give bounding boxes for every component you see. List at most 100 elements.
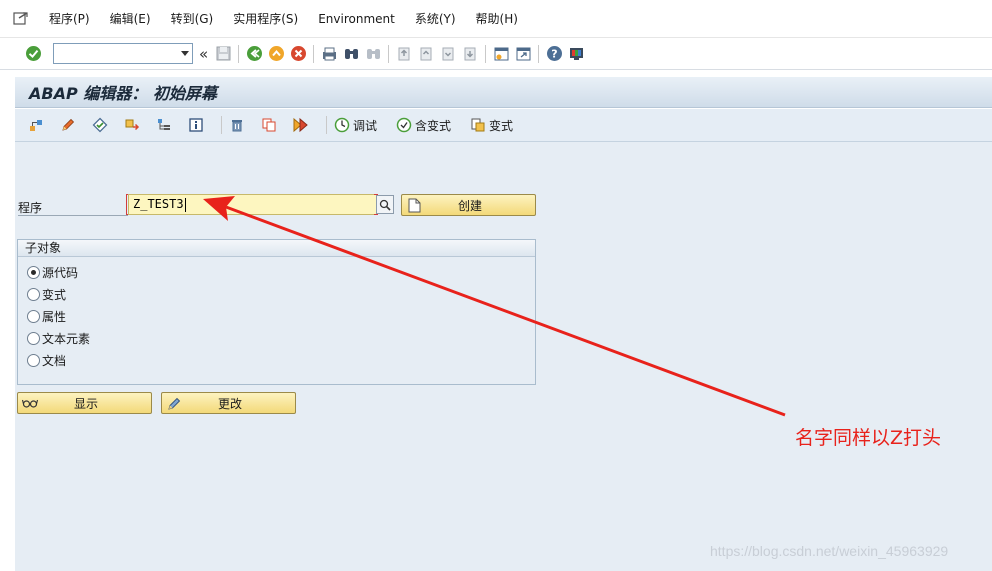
search-icon [379,199,391,211]
execute-icon [292,116,310,134]
exit-icon[interactable] [267,45,285,63]
radio-button[interactable] [27,353,40,367]
menu-bar: 程序(P) 编辑(E) 转到(G) 实用程序(S) Environment 系统… [0,0,992,38]
menu-program[interactable]: 程序(P) [49,10,90,27]
object-list-button[interactable] [25,116,47,134]
watermark: https://blog.csdn.net/weixin_45963929 [710,543,949,559]
create-button-label: 创建 [457,198,482,213]
print-icon[interactable] [320,45,338,63]
radio-source-code[interactable]: 源代码 [18,261,535,283]
create-session-icon[interactable] [492,45,510,63]
customize-layout-icon[interactable] [567,45,585,63]
variant-label: 变式 [489,118,514,133]
change-button-label: 更改 [217,396,242,411]
radio-text-elements-label: 文本元素 [42,331,91,346]
application-toolbar: 调试 含变式 变式 [15,109,992,142]
toolbar-separator [313,44,315,63]
debug-button[interactable]: 调试 [331,116,377,134]
value-help-button[interactable] [376,195,394,214]
next-page-icon[interactable] [439,45,457,63]
previous-page-icon[interactable] [417,45,435,63]
execute-button[interactable] [290,116,312,134]
toolbar-separator [326,116,327,134]
program-input[interactable]: Z_TEST3 [128,194,377,215]
save-icon[interactable] [214,45,232,63]
svg-text:?: ? [551,48,557,61]
new-document-icon [405,198,423,213]
menu-environment[interactable]: Environment [318,12,395,26]
radio-variants[interactable]: 变式 [18,283,535,305]
annotation-text: 名字同样以Z打头 [795,427,942,449]
enter-check-icon[interactable] [24,45,42,63]
radio-documentation[interactable]: 文档 [18,349,535,371]
menu-goto[interactable]: 转到(G) [171,10,214,27]
program-label-underline [18,215,128,216]
radio-button[interactable] [27,331,40,345]
program-input-value: Z_TEST3 [133,197,184,211]
display-button[interactable]: 显示 [17,392,152,414]
change-button[interactable]: 更改 [161,392,296,414]
info-icon [187,116,205,134]
display-button-label: 显示 [73,396,98,411]
command-field[interactable] [53,43,193,64]
chevron-down-icon[interactable] [181,51,189,56]
create-button[interactable]: 创建 [401,194,536,216]
with-variant-button[interactable]: 含变式 [393,116,451,134]
execute-with-variant-icon [395,116,413,134]
menu-help[interactable]: 帮助(H) [476,10,518,27]
radio-button[interactable] [27,287,40,301]
debug-label: 调试 [353,118,378,133]
copy-button[interactable] [258,116,280,134]
activate-button[interactable] [121,116,143,134]
screen-title-bar: ABAP 编辑器： 初始屏幕 [15,77,992,108]
help-icon[interactable]: ? [545,45,563,63]
menu-edit[interactable]: 编辑(E) [110,10,151,27]
syntax-check-icon [91,116,109,134]
subobjects-title: 子对象 [18,240,535,257]
toolbar-separator [538,44,540,63]
standard-toolbar: « ? [0,38,992,70]
pencil-icon [59,116,77,134]
copy-icon [260,116,278,134]
first-page-icon[interactable] [395,45,413,63]
program-label: 程序 [18,201,43,215]
radio-button[interactable] [27,309,40,323]
where-used-button[interactable] [153,116,175,134]
with-variant-label: 含变式 [415,118,452,133]
toolbar-separator [238,44,240,63]
hierarchy-icon [27,116,45,134]
double-chevron-left-icon[interactable]: « [199,45,208,63]
radio-variants-label: 变式 [42,287,67,302]
subobjects-radio-list: 源代码 变式 属性 文本元素 文档 [18,257,535,371]
menu-exit-icon[interactable] [13,11,29,26]
delete-button[interactable] [226,116,248,134]
find-next-icon[interactable] [364,45,382,63]
find-icon[interactable] [342,45,360,63]
last-page-icon[interactable] [461,45,479,63]
text-cursor [184,197,186,212]
menu-system[interactable]: 系统(Y) [415,10,456,27]
check-button[interactable] [89,116,111,134]
back-icon[interactable] [245,45,263,63]
radio-documentation-label: 文档 [42,353,67,368]
variant-button[interactable]: 变式 [467,116,513,134]
variant-icon [469,116,487,134]
pencil-icon [165,396,183,411]
activate-icon [123,116,141,134]
toolbar-separator [388,44,390,63]
radio-attributes-label: 属性 [42,309,67,324]
radio-text-elements[interactable]: 文本元素 [18,327,535,349]
radio-button-selected[interactable] [27,265,40,279]
menu-utilities[interactable]: 实用程序(S) [233,10,298,27]
cancel-icon[interactable] [289,45,307,63]
toolbar-separator [485,44,487,63]
where-used-list-icon [155,116,173,134]
main-area: 程序 Z_TEST3 创建 子对象 源代码 变式 属性 文本元素 文档 显示 更… [15,142,992,571]
radio-attributes[interactable]: 属性 [18,305,535,327]
debug-icon [333,116,351,134]
shortcut-icon[interactable] [514,45,532,63]
page-title: ABAP 编辑器： 初始屏幕 [29,84,217,103]
info-button[interactable] [185,116,207,134]
edit-button[interactable] [57,116,79,134]
radio-source-code-label: 源代码 [42,265,79,280]
